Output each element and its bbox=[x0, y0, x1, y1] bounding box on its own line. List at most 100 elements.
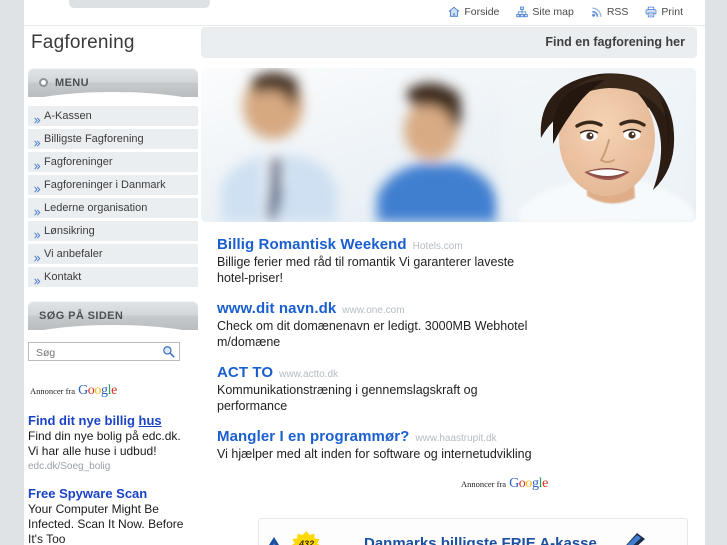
main-ad-url: Hotels.com bbox=[412, 241, 463, 252]
bullet-icon bbox=[39, 78, 48, 87]
page-title: Fagforening bbox=[31, 32, 135, 53]
main-ad-url: www.haastrupit.dk bbox=[415, 433, 497, 444]
main-ad-title[interactable]: www.dit navn.dk bbox=[217, 300, 336, 317]
main-ad-3: ACT TO www.actto.dk Kommunikationstrænin… bbox=[217, 364, 697, 414]
sidebar-ad-url: edc.dk/Soeg_bolig bbox=[28, 461, 111, 472]
price-badge: 432 bbox=[290, 531, 323, 545]
chevron-right-icon bbox=[34, 228, 41, 239]
badge-number: 432 bbox=[298, 539, 315, 545]
sidebar-menu-list: A-Kassen Billigste Fagforening Fagforeni… bbox=[28, 106, 198, 287]
page-container: Forside Site map RSS Print Fagforening F… bbox=[24, 0, 705, 545]
sidebar-ad-body: Find din nye bolig på edc.dk. Vi har all… bbox=[28, 429, 181, 458]
main-ad-url: www.actto.dk bbox=[279, 369, 339, 380]
sidebar-item-fagforeninger[interactable]: Fagforeninger bbox=[28, 152, 198, 172]
banner-right-logo-icon bbox=[615, 531, 649, 545]
rss-icon bbox=[591, 6, 603, 18]
sidebar-ad-title-line1: Find dit nye billig bbox=[28, 413, 135, 428]
main-ads-list: Billig Romantisk Weekend Hotels.com Bill… bbox=[201, 236, 697, 492]
main-ad-title[interactable]: Billig Romantisk Weekend bbox=[217, 236, 407, 253]
sitemap-icon bbox=[516, 6, 529, 18]
topnav-item-rss[interactable]: RSS bbox=[591, 6, 629, 18]
chevron-right-icon bbox=[34, 159, 41, 170]
main-ad-title[interactable]: ACT TO bbox=[217, 364, 273, 381]
main-ad-head: Billig Romantisk Weekend Hotels.com bbox=[217, 236, 697, 253]
sidebar-item-label: Lederne organisation bbox=[44, 202, 148, 214]
main-ad-body: Billige ferier med råd til romantik Vi g… bbox=[217, 255, 515, 285]
sidebar-item-label: Billigste Fagforening bbox=[44, 133, 144, 145]
sidebar-ad-title[interactable]: Find dit nye billig hus bbox=[28, 413, 188, 428]
banner-logo-icon bbox=[261, 533, 287, 545]
sidebar-ad-title[interactable]: Free Spyware Scan bbox=[28, 486, 188, 501]
topnav-label: Site map bbox=[532, 6, 574, 18]
main-ad-url: www.one.com bbox=[342, 305, 405, 316]
sidebar-google-ads-label: Annoncer fra Google bbox=[30, 383, 198, 399]
search-panel-header: SØG PÅ SIDEN bbox=[28, 301, 198, 330]
hero-image bbox=[201, 68, 696, 222]
sidebar-ad-body: Your Computer Might Be Infected. Scan It… bbox=[28, 502, 184, 545]
chevron-right-icon bbox=[34, 251, 41, 262]
sidebar-ad-1: Find dit nye billig hus Find din nye bol… bbox=[28, 413, 188, 472]
menu-heading: MENU bbox=[55, 76, 89, 89]
main-ad-body: Kommunikationstræning i gennemslagskraft… bbox=[217, 383, 478, 413]
topnav-item-forside[interactable]: Forside bbox=[448, 6, 499, 18]
search-icon bbox=[163, 346, 175, 358]
sidebar-item-label: Kontakt bbox=[44, 271, 82, 283]
chevron-right-icon bbox=[34, 136, 41, 147]
sidebar-item-billigste-fagforening[interactable]: Billigste Fagforening bbox=[28, 129, 198, 149]
main-ad-title[interactable]: Mangler I en programmør? bbox=[217, 428, 409, 445]
main-ad-body: Vi hjælper med alt inden for software og… bbox=[217, 447, 532, 461]
sidebar-item-label: Lønsikring bbox=[44, 225, 95, 237]
sidebar-item-vi-anbefaler[interactable]: Vi anbefaler bbox=[28, 244, 198, 264]
banner-text: Danmarks billigste FRIE A-kasse bbox=[364, 535, 597, 545]
sidebar-item-lonsikring[interactable]: Lønsikring bbox=[28, 221, 198, 241]
google-logo: Google bbox=[78, 383, 117, 398]
chevron-right-icon bbox=[34, 274, 41, 285]
header-banner-bar: Find en fagforening her bbox=[201, 27, 697, 58]
chevron-right-icon bbox=[34, 113, 41, 124]
topnav-label: RSS bbox=[606, 6, 629, 18]
sidebar-item-lederne-organisation[interactable]: Lederne organisation bbox=[28, 198, 198, 218]
bottom-ad-banner[interactable]: 432 Danmarks billigste FRIE A-kasse bbox=[258, 518, 688, 545]
ads-prefix: Annoncer fra bbox=[461, 479, 507, 489]
sidebar-ad-2: Free Spyware Scan Your Computer Might Be… bbox=[28, 486, 188, 545]
search-heading: SØG PÅ SIDEN bbox=[39, 309, 124, 322]
main-ad-body: Check om dit domænenavn er ledigt. 3000M… bbox=[217, 319, 528, 349]
top-utility-nav: Forside Site map RSS Print bbox=[448, 6, 683, 18]
google-logo: Google bbox=[509, 476, 548, 491]
menu-panel-header: MENU bbox=[28, 68, 198, 97]
sidebar-item-label: Fagforeninger i Danmark bbox=[44, 179, 166, 191]
sidebar-item-kontakt[interactable]: Kontakt bbox=[28, 267, 198, 287]
main-ad-head: ACT TO www.actto.dk bbox=[217, 364, 697, 381]
topnav-label: Print bbox=[661, 6, 683, 18]
main-google-ads-label: Annoncer fra Google bbox=[461, 476, 697, 492]
sidebar: MENU A-Kassen Billigste Fagforening Fagf bbox=[28, 68, 198, 545]
sidebar-item-label: A-Kassen bbox=[44, 110, 92, 122]
main-ad-1: Billig Romantisk Weekend Hotels.com Bill… bbox=[217, 236, 697, 286]
search-button[interactable] bbox=[162, 345, 175, 358]
sidebar-item-label: Fagforeninger bbox=[44, 156, 113, 168]
main-ad-head: Mangler I en programmør? www.haastrupit.… bbox=[217, 428, 697, 445]
main-ad-2: www.dit navn.dk www.one.com Check om dit… bbox=[217, 300, 697, 350]
home-icon bbox=[448, 6, 460, 18]
sidebar-item-a-kassen[interactable]: A-Kassen bbox=[28, 106, 198, 126]
topnav-item-print[interactable]: Print bbox=[645, 6, 683, 18]
topnav-label: Forside bbox=[464, 6, 500, 18]
main-ad-head: www.dit navn.dk www.one.com bbox=[217, 300, 697, 317]
sidebar-item-fagforeninger-i-danmark[interactable]: Fagforeninger i Danmark bbox=[28, 175, 198, 195]
search-input[interactable] bbox=[34, 343, 158, 362]
sidebar-item-label: Vi anbefaler bbox=[44, 248, 103, 260]
main-ad-4: Mangler I en programmør? www.haastrupit.… bbox=[217, 428, 697, 462]
banner-inner: 432 Danmarks billigste FRIE A-kasse bbox=[259, 519, 687, 545]
logo-placeholder bbox=[69, 0, 210, 8]
sidebar-ad-title-line2: hus bbox=[138, 413, 162, 428]
chevron-right-icon bbox=[34, 205, 41, 216]
site-header: Fagforening Find en fagforening her bbox=[24, 26, 705, 64]
ads-prefix: Annoncer fra bbox=[30, 386, 76, 396]
search-panel: SØG PÅ SIDEN bbox=[28, 301, 198, 362]
printer-icon bbox=[645, 6, 657, 18]
chevron-right-icon bbox=[34, 182, 41, 193]
search-box[interactable] bbox=[28, 342, 180, 362]
main-content: Billig Romantisk Weekend Hotels.com Bill… bbox=[201, 68, 697, 492]
header-banner-text: Find en fagforening her bbox=[545, 35, 685, 49]
topnav-item-sitemap[interactable]: Site map bbox=[516, 6, 574, 18]
